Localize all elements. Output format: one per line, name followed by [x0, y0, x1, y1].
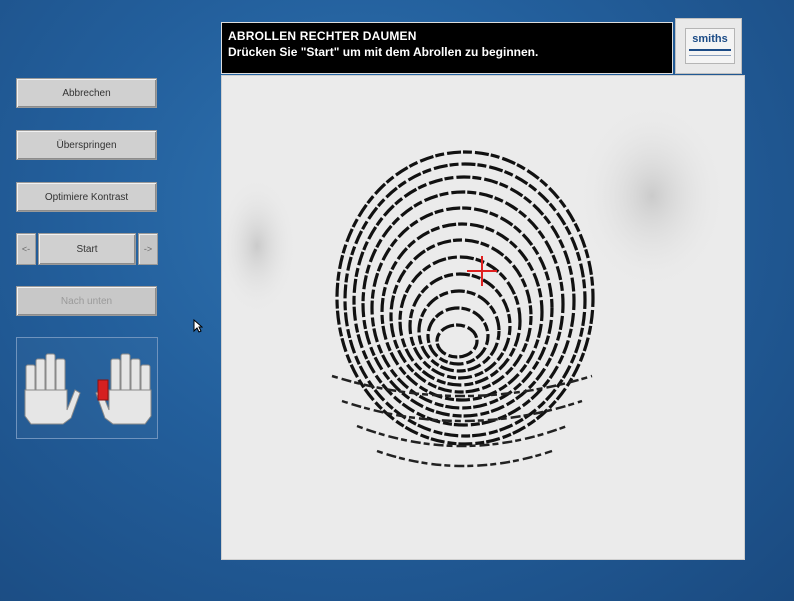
logo-frame: smiths — [685, 28, 735, 64]
logo-rule — [689, 49, 731, 51]
logo-rule-thin — [689, 55, 731, 56]
fingerprint-scan-area — [221, 75, 745, 560]
previous-button[interactable]: <- — [16, 233, 36, 265]
hands-svg — [24, 353, 152, 425]
page-title: ABROLLEN RECHTER DAUMEN — [228, 29, 417, 43]
smiths-logo: smiths — [675, 18, 742, 74]
selected-finger-marker — [97, 379, 109, 401]
mouse-cursor-icon — [193, 319, 203, 333]
next-button[interactable]: -> — [138, 233, 158, 265]
cancel-button[interactable]: Abbrechen — [16, 78, 157, 108]
instruction-header: ABROLLEN RECHTER DAUMEN Drücken Sie "Sta… — [221, 22, 673, 74]
start-button[interactable]: Start — [38, 233, 136, 265]
hand-selector — [16, 337, 158, 439]
crosshair-icon — [467, 256, 497, 286]
logo-text: smiths — [692, 33, 728, 45]
move-down-button[interactable]: Nach unten — [16, 286, 157, 316]
start-control: <- Start -> — [16, 233, 158, 265]
fingerprint-icon — [222, 101, 727, 468]
optimize-contrast-button[interactable]: Optimiere Kontrast — [16, 182, 157, 212]
left-hand-icon[interactable] — [24, 353, 81, 425]
instruction-text: Drücken Sie "Start" um mit dem Abrollen … — [228, 45, 539, 59]
skip-button[interactable]: Überspringen — [16, 130, 157, 160]
